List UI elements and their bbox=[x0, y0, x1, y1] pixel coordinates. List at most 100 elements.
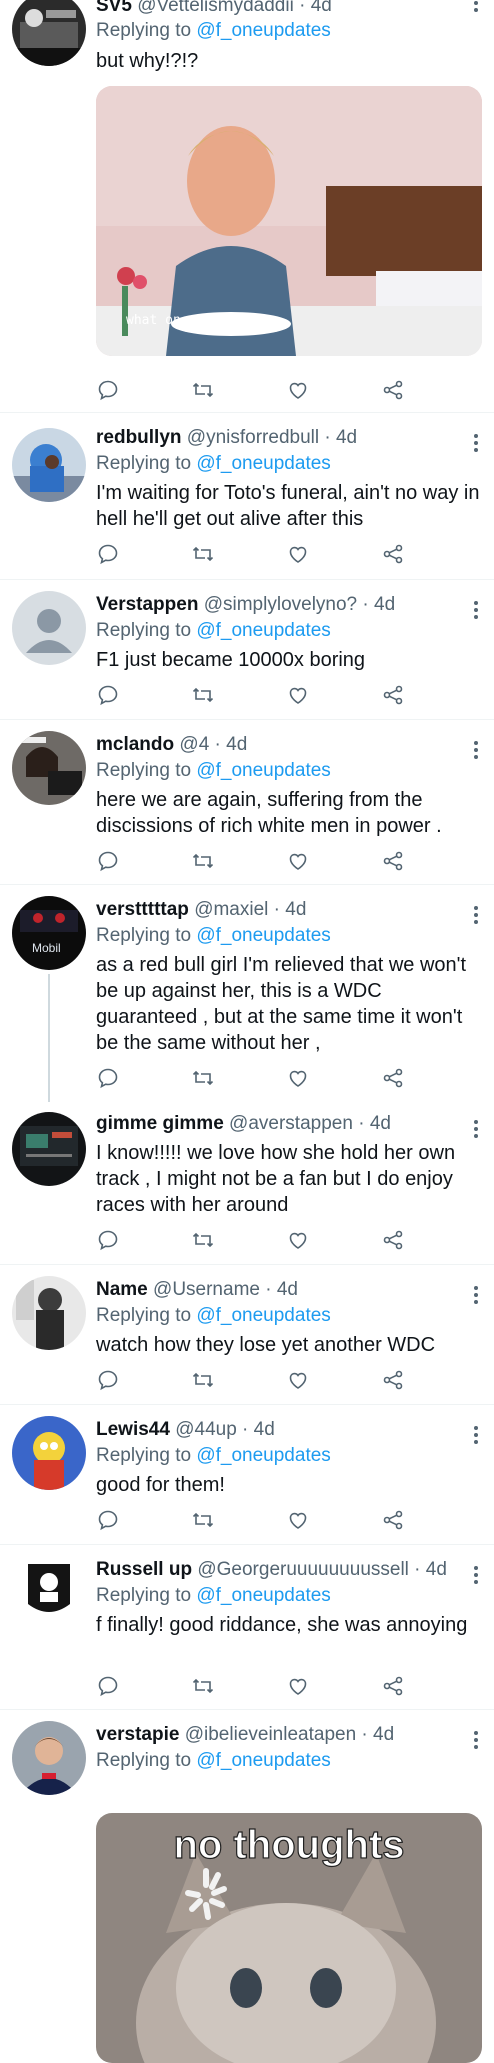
share-icon[interactable] bbox=[381, 542, 407, 568]
replying-to-link[interactable]: @f_oneupdates bbox=[196, 620, 330, 641]
share-icon[interactable] bbox=[381, 1368, 407, 1394]
share-icon[interactable] bbox=[381, 1228, 407, 1254]
more-icon[interactable] bbox=[474, 741, 478, 762]
replying-to-link[interactable]: @f_oneupdates bbox=[196, 1585, 330, 1606]
display-name[interactable]: Name bbox=[96, 1279, 148, 1300]
timestamp[interactable]: 4d bbox=[373, 1724, 394, 1745]
replying-to-link[interactable]: @f_oneupdates bbox=[196, 453, 330, 474]
reply-icon[interactable] bbox=[96, 849, 122, 875]
like-icon[interactable] bbox=[286, 1368, 312, 1394]
share-icon[interactable] bbox=[381, 1674, 407, 1700]
like-icon[interactable] bbox=[286, 1508, 312, 1534]
handle[interactable]: @simplylovelyno? bbox=[204, 594, 357, 615]
reply-icon[interactable] bbox=[96, 1228, 122, 1254]
share-icon[interactable] bbox=[381, 378, 407, 404]
retweet-icon[interactable] bbox=[191, 1674, 217, 1700]
handle[interactable]: @maxiel bbox=[194, 899, 268, 920]
handle[interactable]: @44up bbox=[175, 1419, 237, 1440]
tweet[interactable]: Mobil verstttttap @maxiel · 4d Replying … bbox=[0, 884, 494, 1102]
like-icon[interactable] bbox=[286, 1228, 312, 1254]
tweet[interactable]: Russell up @Georgeruuuuuuuussell · 4d Re… bbox=[0, 1544, 494, 1709]
display-name[interactable]: gimme gimme bbox=[96, 1113, 224, 1134]
display-name[interactable]: verstttttap bbox=[96, 899, 189, 920]
avatar[interactable] bbox=[12, 0, 86, 66]
retweet-icon[interactable] bbox=[191, 1228, 217, 1254]
display-name[interactable]: Verstappen bbox=[96, 594, 198, 615]
avatar[interactable] bbox=[12, 591, 86, 665]
retweet-icon[interactable] bbox=[191, 542, 217, 568]
like-icon[interactable] bbox=[286, 542, 312, 568]
display-name[interactable]: SV5 bbox=[96, 0, 132, 16]
display-name[interactable]: verstapie bbox=[96, 1724, 179, 1745]
tweet-media[interactable]: what on earth bbox=[96, 86, 482, 356]
retweet-icon[interactable] bbox=[191, 849, 217, 875]
retweet-icon[interactable] bbox=[191, 683, 217, 709]
avatar[interactable] bbox=[12, 731, 86, 805]
like-icon[interactable] bbox=[286, 683, 312, 709]
avatar[interactable] bbox=[12, 1112, 86, 1186]
avatar[interactable]: Mobil bbox=[12, 896, 86, 970]
retweet-icon[interactable] bbox=[191, 1066, 217, 1092]
reply-icon[interactable] bbox=[96, 1674, 122, 1700]
replying-to-link[interactable]: @f_oneupdates bbox=[196, 760, 330, 781]
tweet-media[interactable]: no thoughts bbox=[96, 1813, 482, 2063]
avatar[interactable] bbox=[12, 1556, 86, 1630]
handle[interactable]: @Vettelismydaddii bbox=[137, 0, 294, 16]
timestamp[interactable]: 4d bbox=[226, 734, 247, 755]
more-icon[interactable] bbox=[474, 434, 478, 455]
tweet[interactable]: Lewis44 @44up · 4d Replying to @f_oneupd… bbox=[0, 1404, 494, 1544]
tweet[interactable]: redbullyn @ynisforredbull · 4d Replying … bbox=[0, 412, 494, 579]
timestamp[interactable]: 4d bbox=[285, 899, 306, 920]
reply-icon[interactable] bbox=[96, 1066, 122, 1092]
replying-to-link[interactable]: @f_oneupdates bbox=[196, 20, 330, 41]
avatar[interactable] bbox=[12, 1416, 86, 1490]
like-icon[interactable] bbox=[286, 1066, 312, 1092]
handle[interactable]: @Georgeruuuuuuuussell bbox=[197, 1559, 409, 1580]
handle[interactable]: @ibelieveinleatapen bbox=[185, 1724, 356, 1745]
tweet[interactable]: verstapie @ibelieveinleatapen · 4d Reply… bbox=[0, 1709, 494, 2063]
reply-icon[interactable] bbox=[96, 683, 122, 709]
tweet[interactable]: gimme gimme @averstappen · 4d I know!!!!… bbox=[0, 1102, 494, 1264]
more-icon[interactable] bbox=[474, 1120, 478, 1141]
replying-to-link[interactable]: @f_oneupdates bbox=[196, 1750, 330, 1771]
display-name[interactable]: Russell up bbox=[96, 1559, 192, 1580]
more-icon[interactable] bbox=[474, 1566, 478, 1587]
tweet[interactable]: Name @Username · 4d Replying to @f_oneup… bbox=[0, 1264, 494, 1404]
reply-icon[interactable] bbox=[96, 1508, 122, 1534]
share-icon[interactable] bbox=[381, 683, 407, 709]
timestamp[interactable]: 4d bbox=[370, 1113, 391, 1134]
replying-to-link[interactable]: @f_oneupdates bbox=[196, 925, 330, 946]
more-icon[interactable] bbox=[474, 601, 478, 622]
like-icon[interactable] bbox=[286, 1674, 312, 1700]
avatar[interactable] bbox=[12, 1276, 86, 1350]
handle[interactable]: @ynisforredbull bbox=[187, 427, 319, 448]
more-icon[interactable] bbox=[474, 1426, 478, 1447]
handle[interactable]: @4 bbox=[179, 734, 209, 755]
replying-to-link[interactable]: @f_oneupdates bbox=[196, 1305, 330, 1326]
timestamp[interactable]: 4d bbox=[426, 1559, 447, 1580]
more-icon[interactable] bbox=[474, 1731, 478, 1752]
more-icon[interactable] bbox=[474, 1286, 478, 1307]
share-icon[interactable] bbox=[381, 849, 407, 875]
retweet-icon[interactable] bbox=[191, 1508, 217, 1534]
timestamp[interactable]: 4d bbox=[311, 0, 332, 16]
more-icon[interactable] bbox=[474, 906, 478, 927]
more-icon[interactable] bbox=[474, 0, 478, 15]
timestamp[interactable]: 4d bbox=[254, 1419, 275, 1440]
display-name[interactable]: redbullyn bbox=[96, 427, 182, 448]
like-icon[interactable] bbox=[286, 378, 312, 404]
avatar[interactable] bbox=[12, 428, 86, 502]
display-name[interactable]: Lewis44 bbox=[96, 1419, 170, 1440]
reply-icon[interactable] bbox=[96, 1368, 122, 1394]
replying-to-link[interactable]: @f_oneupdates bbox=[196, 1445, 330, 1466]
timestamp[interactable]: 4d bbox=[336, 427, 357, 448]
reply-icon[interactable] bbox=[96, 378, 122, 404]
tweet[interactable]: mclando @4 · 4d Replying to @f_oneupdate… bbox=[0, 719, 494, 884]
retweet-icon[interactable] bbox=[191, 1368, 217, 1394]
share-icon[interactable] bbox=[381, 1066, 407, 1092]
handle[interactable]: @Username bbox=[153, 1279, 260, 1300]
timestamp[interactable]: 4d bbox=[374, 594, 395, 615]
tweet[interactable]: Verstappen @simplylovelyno? · 4d Replyin… bbox=[0, 579, 494, 719]
retweet-icon[interactable] bbox=[191, 378, 217, 404]
like-icon[interactable] bbox=[286, 849, 312, 875]
